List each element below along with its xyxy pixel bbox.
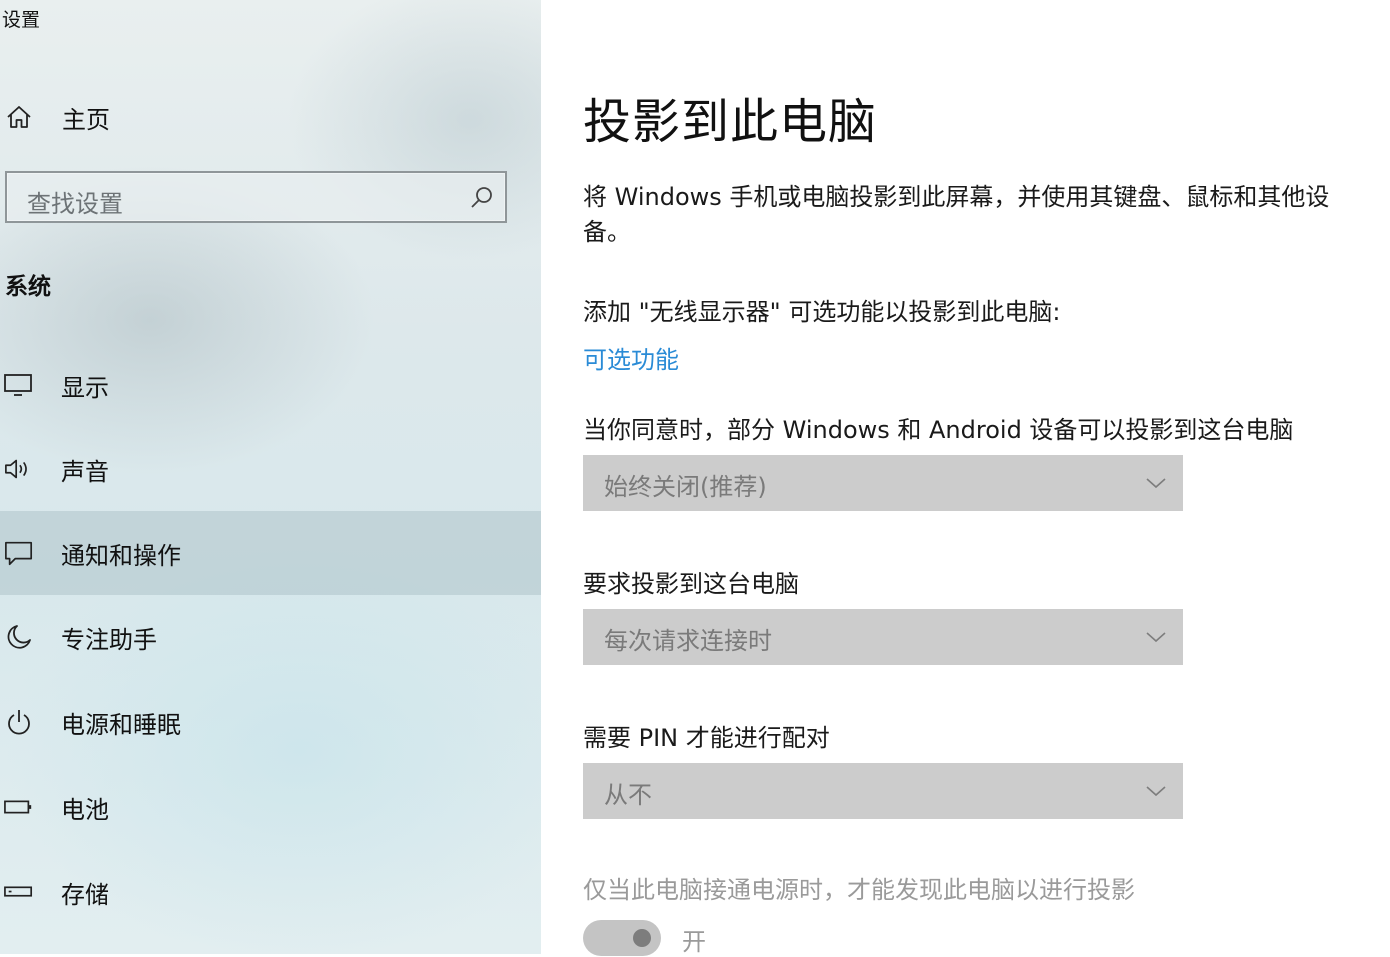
moon-icon bbox=[4, 622, 34, 652]
dropdown-value: 从不 bbox=[604, 781, 652, 809]
sidebar: 设置 主页 查找设置 系统 显示 声音 通知和操作 专注助手 电源和睡眠 电池 … bbox=[0, 0, 541, 954]
sidebar-item-label: 主页 bbox=[62, 105, 110, 134]
power-only-toggle[interactable] bbox=[583, 920, 661, 956]
notification-icon bbox=[4, 538, 34, 568]
setting-label-power-only: 仅当此电脑接通电源时，才能发现此电脑以进行投影 bbox=[583, 876, 1135, 904]
battery-icon bbox=[4, 792, 34, 822]
search-placeholder: 查找设置 bbox=[27, 190, 123, 218]
chevron-down-icon bbox=[1145, 627, 1167, 647]
setting-label-require-pin: 需要 PIN 才能进行配对 bbox=[583, 724, 830, 752]
sidebar-item-sound[interactable]: 声音 bbox=[0, 427, 541, 511]
sidebar-item-label: 通知和操作 bbox=[61, 541, 181, 570]
sidebar-item-label: 显示 bbox=[61, 373, 109, 402]
sidebar-item-label: 电源和睡眠 bbox=[61, 710, 181, 739]
feature-prompt: 添加 "无线显示器" 可选功能以投影到此电脑: bbox=[583, 298, 1061, 326]
content-pane: 投影到此电脑 将 Windows 手机或电脑投影到此屏幕，并使用其键盘、鼠标和其… bbox=[541, 0, 1390, 956]
toggle-state-label: 开 bbox=[682, 928, 706, 956]
page-title: 投影到此电脑 bbox=[583, 94, 878, 150]
section-heading: 系统 bbox=[5, 274, 51, 300]
chevron-down-icon bbox=[1145, 781, 1167, 801]
sidebar-item-label: 声音 bbox=[61, 457, 109, 486]
sidebar-item-display[interactable]: 显示 bbox=[0, 343, 541, 427]
sidebar-item-power-sleep[interactable]: 电源和睡眠 bbox=[0, 680, 541, 764]
monitor-icon bbox=[4, 370, 34, 400]
dropdown-value: 始终关闭(推荐) bbox=[604, 473, 767, 501]
require-pin-dropdown[interactable]: 从不 bbox=[583, 763, 1183, 819]
page-description: 将 Windows 手机或电脑投影到此屏幕，并使用其键盘、鼠标和其他设备。 bbox=[583, 183, 1330, 246]
availability-dropdown[interactable]: 始终关闭(推荐) bbox=[583, 455, 1183, 511]
sidebar-item-label: 专注助手 bbox=[61, 625, 157, 654]
power-icon bbox=[4, 707, 34, 737]
optional-features-link[interactable]: 可选功能 bbox=[583, 340, 679, 375]
sidebar-item-home[interactable]: 主页 bbox=[0, 75, 541, 159]
search-icon bbox=[469, 185, 495, 211]
sidebar-item-label: 电池 bbox=[61, 795, 109, 824]
sidebar-item-focus-assist[interactable]: 专注助手 bbox=[0, 595, 541, 679]
search-input[interactable]: 查找设置 bbox=[5, 171, 507, 223]
dropdown-value: 每次请求连接时 bbox=[604, 627, 772, 655]
home-icon bbox=[4, 102, 34, 132]
toggle-knob bbox=[633, 929, 651, 947]
chevron-down-icon bbox=[1145, 473, 1167, 493]
sidebar-item-battery[interactable]: 电池 bbox=[0, 765, 541, 849]
setting-label-availability: 当你同意时，部分 Windows 和 Android 设备可以投影到这台电脑 bbox=[583, 416, 1294, 444]
sidebar-item-label: 存储 bbox=[61, 880, 109, 909]
storage-icon bbox=[4, 877, 34, 907]
sidebar-item-notifications[interactable]: 通知和操作 bbox=[0, 511, 541, 595]
setting-label-ask-to-project: 要求投影到这台电脑 bbox=[583, 570, 799, 598]
ask-to-project-dropdown[interactable]: 每次请求连接时 bbox=[583, 609, 1183, 665]
sidebar-item-storage[interactable]: 存储 bbox=[0, 850, 541, 934]
speaker-icon bbox=[4, 454, 34, 484]
window-title: 设置 bbox=[2, 9, 41, 31]
